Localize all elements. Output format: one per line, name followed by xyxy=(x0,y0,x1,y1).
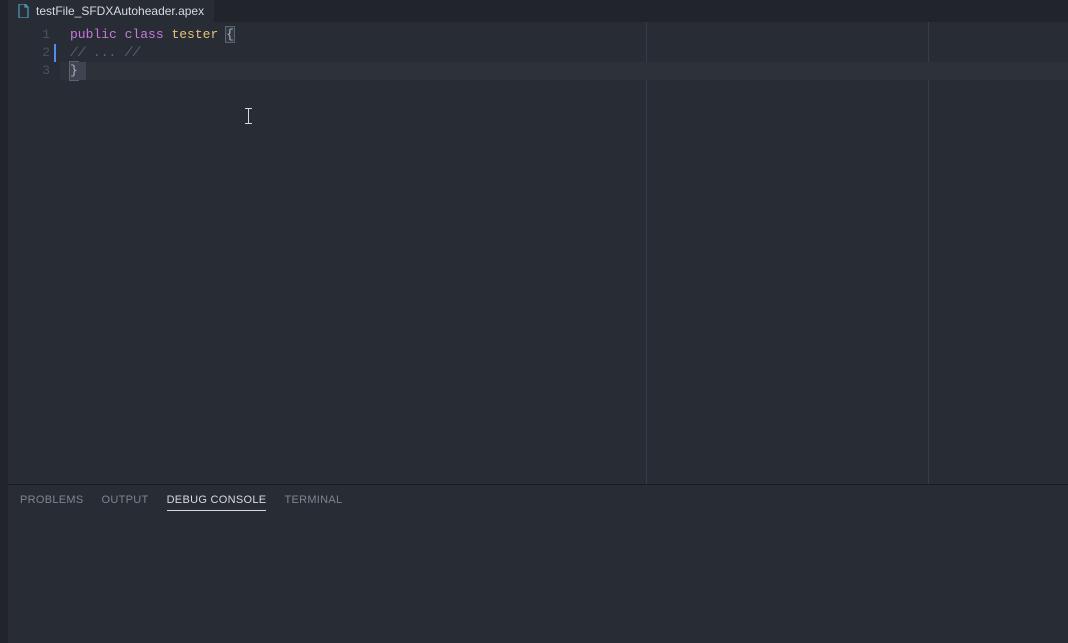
left-margin xyxy=(0,22,8,643)
text-cursor-icon xyxy=(248,108,249,124)
code-editor[interactable]: public class tester { // ... // } xyxy=(60,22,1068,484)
tab-debug-console[interactable]: DEBUG CONSOLE xyxy=(167,490,267,511)
editor-tab[interactable]: testFile_SFDXAutoheader.apex xyxy=(8,0,214,22)
token-keyword: class xyxy=(125,27,164,42)
tab-filename: testFile_SFDXAutoheader.apex xyxy=(36,4,204,18)
token-comment: // ... // xyxy=(70,45,140,60)
token-keyword: public xyxy=(70,27,117,42)
editor-container: 1 2 3 public class tester { // ... // } xyxy=(8,22,1068,484)
line-number-gutter: 1 2 3 xyxy=(8,22,60,484)
code-line[interactable]: } xyxy=(60,62,1068,80)
tab-terminal[interactable]: TERMINAL xyxy=(284,490,342,510)
caret-indicator xyxy=(54,44,56,62)
file-icon xyxy=(18,4,30,18)
selection xyxy=(78,62,86,80)
panel-tabs: PROBLEMS OUTPUT DEBUG CONSOLE TERMINAL xyxy=(8,485,1068,515)
line-number: 1 xyxy=(8,26,50,44)
tab-output[interactable]: OUTPUT xyxy=(102,490,149,510)
token-brace: { xyxy=(225,26,235,43)
line-number: 2 xyxy=(8,44,50,62)
bottom-panel: PROBLEMS OUTPUT DEBUG CONSOLE TERMINAL xyxy=(8,484,1068,643)
code-line[interactable]: public class tester { xyxy=(60,26,1068,44)
token-classname: tester xyxy=(171,27,218,42)
line-number: 3 xyxy=(8,62,50,80)
tab-bar: testFile_SFDXAutoheader.apex xyxy=(0,0,1068,22)
code-line[interactable]: // ... // xyxy=(60,44,1068,62)
tab-problems[interactable]: PROBLEMS xyxy=(20,490,84,510)
